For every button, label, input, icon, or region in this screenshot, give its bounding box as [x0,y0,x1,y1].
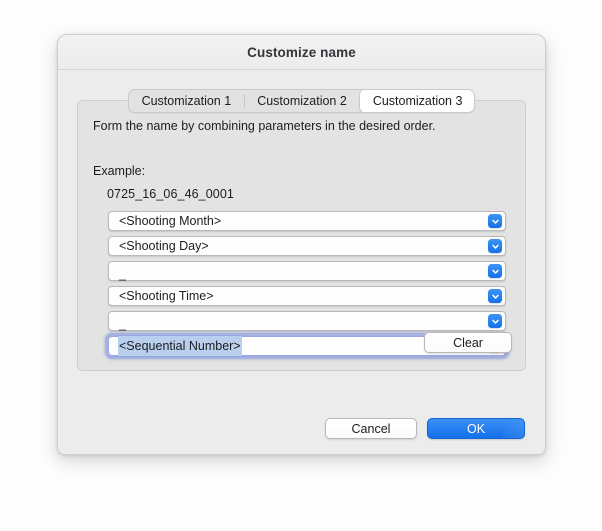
panel-description: Form the name by combining parameters in… [93,119,436,133]
parameter-dropdown-1-value: <Shooting Month> [119,214,222,228]
tab-customization-2-label: Customization 2 [257,94,347,108]
parameter-row: <Shooting Month> [108,211,506,231]
example-label: Example: [93,164,146,178]
dialog-footer: Cancel OK [325,418,525,439]
dialog-titlebar: Customize name [58,35,545,70]
chevron-down-icon[interactable] [488,239,502,253]
tab-customization-3[interactable]: Customization 3 [359,90,475,112]
chevron-down-icon[interactable] [488,314,502,328]
tab-customization-1[interactable]: Customization 1 [129,90,245,112]
parameter-dropdown-3[interactable]: _ [108,261,506,281]
tab-customization-3-label: Customization 3 [372,94,463,108]
parameter-row: _ [108,261,506,281]
clear-button-label: Clear [453,335,483,350]
tab-bar: Customization 1 Customization 2 Customiz… [58,89,545,113]
parameter-dropdown-2[interactable]: <Shooting Day> [108,236,506,256]
chevron-down-icon[interactable] [488,214,502,228]
parameter-dropdown-5[interactable]: _ [108,311,506,331]
example-value: 0725_16_06_46_0001 [107,187,234,201]
dialog-title: Customize name [247,44,356,60]
chevron-down-icon[interactable] [488,264,502,278]
parameter-dropdown-2-value: <Shooting Day> [119,239,209,253]
parameter-dropdown-1[interactable]: <Shooting Month> [108,211,506,231]
parameter-dropdown-4[interactable]: <Shooting Time> [108,286,506,306]
customize-name-dialog: Customize name Customization 1 Customiza… [57,34,546,455]
parameter-dropdown-4-value: <Shooting Time> [119,289,214,303]
dialog-body: Customization 1 Customization 2 Customiz… [58,70,545,454]
parameter-row: <Shooting Day> [108,236,506,256]
cancel-button-label: Cancel [351,421,391,436]
parameter-dropdown-5-value: _ [119,317,126,331]
parameter-row: <Shooting Time> [108,286,506,306]
parameter-dropdown-6-value: <Sequential Number> [118,335,242,357]
tab-customization-1-label: Customization 1 [141,94,232,108]
parameter-dropdown-3-value: _ [119,267,126,281]
ok-button[interactable]: OK [427,418,525,439]
ok-button-label: OK [466,421,486,436]
screen: Customize name Customization 1 Customiza… [0,0,602,531]
tab-group: Customization 1 Customization 2 Customiz… [127,89,476,113]
chevron-down-icon[interactable] [488,289,502,303]
tab-customization-2[interactable]: Customization 2 [244,90,360,112]
clear-button[interactable]: Clear [424,332,512,353]
parameter-row: _ [108,311,506,331]
cancel-button[interactable]: Cancel [325,418,417,439]
tab-panel-customization-3: Form the name by combining parameters in… [77,100,526,371]
